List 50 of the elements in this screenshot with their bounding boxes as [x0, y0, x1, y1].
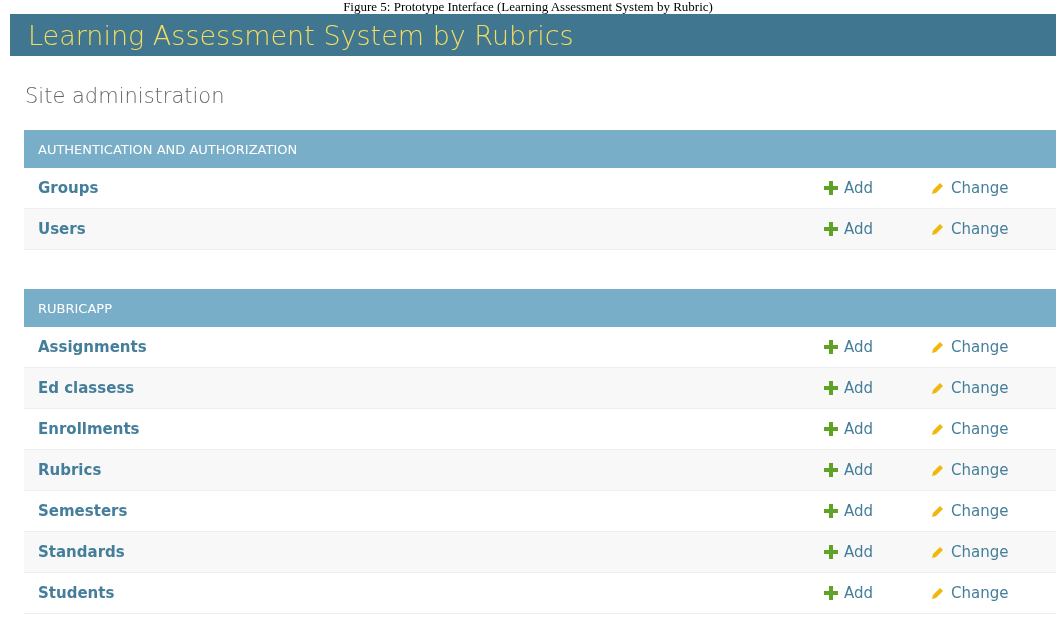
site-title[interactable]: Learning Assessment System by Rubrics — [28, 19, 574, 51]
model-link[interactable]: Standards — [38, 543, 824, 561]
add-link[interactable]: Add — [824, 220, 931, 238]
pencil-icon — [931, 340, 945, 354]
pencil-icon — [931, 181, 945, 195]
model-link[interactable]: Rubrics — [38, 461, 824, 479]
model-link[interactable]: Users — [38, 220, 824, 238]
change-link[interactable]: Change — [931, 379, 1056, 397]
model-link[interactable]: Assignments — [38, 338, 824, 356]
pencil-icon — [931, 222, 945, 236]
add-link[interactable]: Add — [824, 502, 931, 520]
change-link[interactable]: Change — [931, 584, 1056, 602]
model-link[interactable]: Enrollments — [38, 420, 824, 438]
add-link[interactable]: Add — [824, 338, 931, 356]
plus-icon — [824, 422, 838, 436]
change-link[interactable]: Change — [931, 220, 1056, 238]
module-title[interactable]: AUTHENTICATION AND AUTHORIZATION — [38, 141, 298, 157]
pencil-icon — [931, 586, 945, 600]
pencil-icon — [931, 504, 945, 518]
change-link[interactable]: Change — [931, 338, 1056, 356]
add-link[interactable]: Add — [824, 379, 931, 397]
pencil-icon — [931, 422, 945, 436]
change-link[interactable]: Change — [931, 461, 1056, 479]
plus-icon — [824, 586, 838, 600]
add-link[interactable]: Add — [824, 179, 931, 197]
model-link[interactable]: Ed classess — [38, 379, 824, 397]
model-link[interactable]: Semesters — [38, 502, 824, 520]
plus-icon — [824, 222, 838, 236]
figure-caption: Figure 5: Prototype Interface (Learning Assessment System by Rubric) — [343, 0, 713, 14]
plus-icon — [824, 381, 838, 395]
page-title: Site administration — [24, 83, 226, 110]
add-link[interactable]: Add — [824, 461, 931, 479]
model-link[interactable]: Students — [38, 584, 824, 602]
change-link[interactable]: Change — [931, 420, 1056, 438]
change-link[interactable]: Change — [931, 502, 1056, 520]
change-link[interactable]: Change — [931, 179, 1056, 197]
module-title[interactable]: RUBRICAPP — [38, 300, 112, 316]
plus-icon — [824, 181, 838, 195]
plus-icon — [824, 504, 838, 518]
plus-icon — [824, 340, 838, 354]
plus-icon — [824, 545, 838, 559]
pencil-icon — [931, 545, 945, 559]
model-link[interactable]: Groups — [38, 179, 824, 197]
add-link[interactable]: Add — [824, 543, 931, 561]
pencil-icon — [931, 381, 945, 395]
change-link[interactable]: Change — [931, 543, 1056, 561]
pencil-icon — [931, 463, 945, 477]
add-link[interactable]: Add — [824, 584, 931, 602]
add-link[interactable]: Add — [824, 420, 931, 438]
plus-icon — [824, 463, 838, 477]
